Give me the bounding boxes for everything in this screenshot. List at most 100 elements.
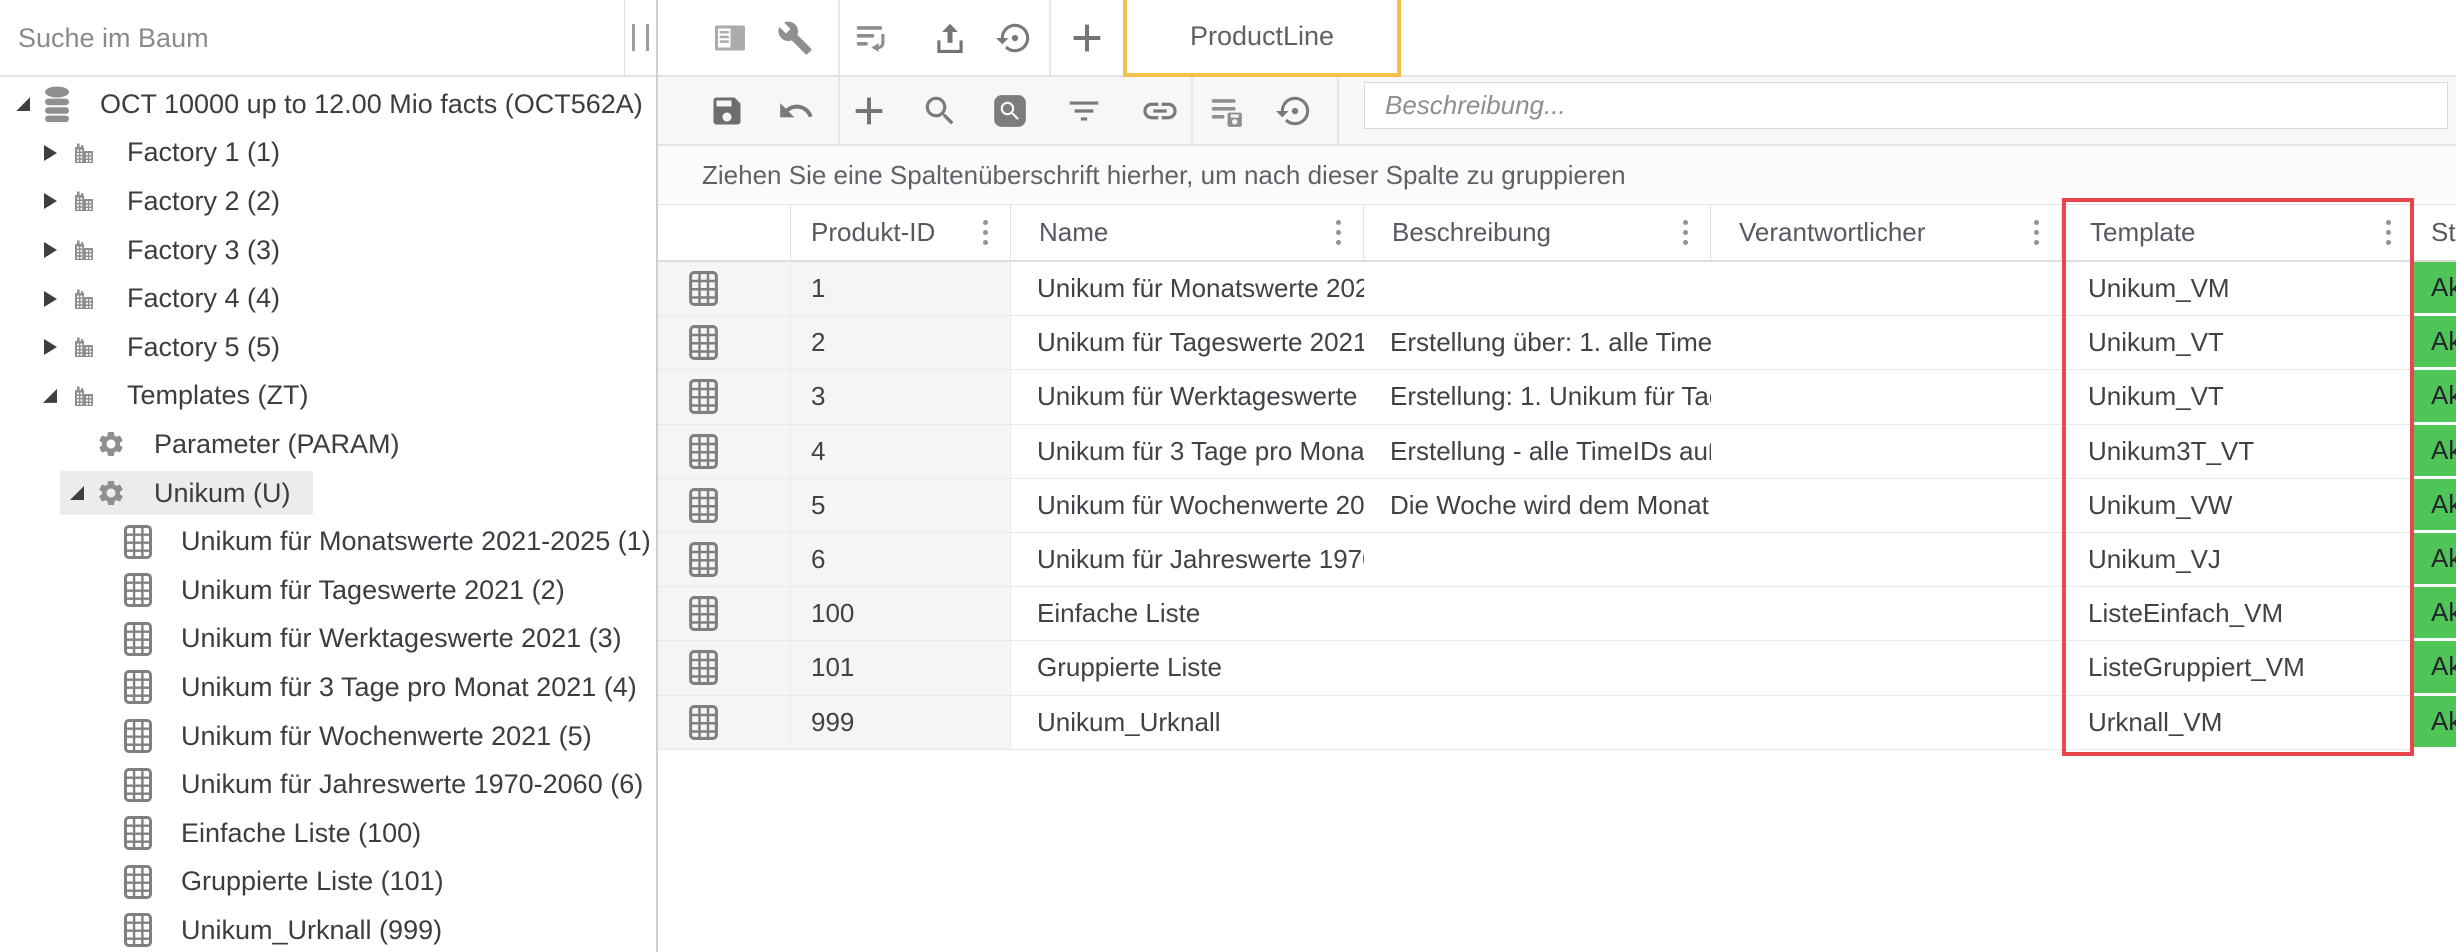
cell-name[interactable]: Gruppierte Liste [1011,641,1364,695]
cell-template[interactable]: Unikum_VJ [2062,533,2414,587]
cell-produkt-id[interactable]: 100 [791,587,1011,641]
cell-status[interactable]: Akt [2414,370,2456,424]
cell-produkt-id[interactable]: 4 [791,425,1011,479]
cell-beschreibung[interactable]: Erstellung über: 1. alle TimeIDs … [1364,316,1711,370]
cell-template[interactable]: Unikum3T_VT [2062,425,2414,479]
expander-expanded-icon[interactable] [33,389,67,403]
cell-produkt-id[interactable]: 6 [791,533,1011,587]
undo-icon[interactable] [777,92,815,130]
link-icon[interactable] [1140,91,1180,131]
cell-produkt-id[interactable]: 2 [791,316,1011,370]
table-row[interactable]: 999 Unikum_Urknall Urknall_VM Akt [658,696,2456,750]
column-menu-icon[interactable] [1336,218,1341,248]
cell-verantwortlicher[interactable] [1711,533,2062,587]
tree-item-parameter[interactable]: Parameter (PARAM) [0,420,656,469]
tree-item-factory-1[interactable]: Factory 1 (1) [0,129,656,178]
column-menu-icon[interactable] [983,218,988,248]
row-table-icon[interactable] [658,425,791,479]
tree-item-monatswerte[interactable]: Unikum für Monatswerte 2021-2025 (1) [0,517,656,566]
header-beschreibung[interactable]: Beschreibung [1364,205,1711,260]
upload-icon[interactable] [931,19,969,57]
cell-status[interactable]: Akt [2414,479,2456,533]
tree-item-unikum[interactable]: Unikum (U) [0,469,656,518]
cell-produkt-id[interactable]: 3 [791,370,1011,424]
table-row[interactable]: 6 Unikum für Jahreswerte 1970-2… Unikum_… [658,533,2456,587]
cell-status[interactable]: Akt [2414,641,2456,695]
tree-item-factory-2[interactable]: Factory 2 (2) [0,177,656,226]
column-menu-icon[interactable] [1683,218,1688,248]
apply-list-icon[interactable] [852,19,890,57]
header-template[interactable]: Template [2062,205,2414,260]
tab-productline[interactable]: ProductLine [1123,0,1401,77]
panel-splitter-handle[interactable] [632,24,649,51]
cell-status[interactable]: Akt [2414,316,2456,370]
cell-verantwortlicher[interactable] [1711,425,2062,479]
cell-template[interactable]: ListeGruppiert_VM [2062,641,2414,695]
cell-verantwortlicher[interactable] [1711,587,2062,641]
panel-view-icon[interactable] [710,18,750,58]
column-menu-icon[interactable] [2034,218,2039,248]
cell-verantwortlicher[interactable] [1711,316,2062,370]
cell-status[interactable]: Akt [2414,425,2456,479]
tree-item-werktageswerte[interactable]: Unikum für Werktageswerte 2021 (3) [0,615,656,664]
expander-collapsed-icon[interactable] [33,145,67,161]
tree-item-factory-5[interactable]: Factory 5 (5) [0,323,656,372]
table-row[interactable]: 100 Einfache Liste ListeEinfach_VM Akt [658,587,2456,641]
cell-template[interactable]: Unikum_VT [2062,370,2414,424]
cell-verantwortlicher[interactable] [1711,696,2062,750]
tree-item-urknall[interactable]: Unikum_Urknall (999) [0,906,656,952]
row-table-icon[interactable] [658,370,791,424]
cell-template[interactable]: Urknall_VM [2062,696,2414,750]
cell-status[interactable]: Akt [2414,533,2456,587]
cell-name[interactable]: Unikum für Tageswerte 2021 [1011,316,1364,370]
list-save-icon[interactable] [1207,92,1245,130]
table-row[interactable]: 101 Gruppierte Liste ListeGruppiert_VM A… [658,641,2456,695]
cell-produkt-id[interactable]: 5 [791,479,1011,533]
row-table-icon[interactable] [658,262,791,316]
header-verantwortlicher[interactable]: Verantwortlicher [1711,205,2062,260]
header-produkt-id[interactable]: Produkt-ID [791,205,1011,260]
tree-item-tageswerte[interactable]: Unikum für Tageswerte 2021 (2) [0,566,656,615]
cell-beschreibung[interactable] [1364,587,1711,641]
table-row[interactable]: 4 Unikum für 3 Tage pro Monat 20… Erstel… [658,425,2456,479]
restore-icon[interactable] [996,19,1034,57]
cell-name[interactable]: Unikum für 3 Tage pro Monat 20… [1011,425,1364,479]
column-menu-icon[interactable] [2386,218,2391,248]
cell-template[interactable]: Unikum_VT [2062,316,2414,370]
cell-produkt-id[interactable]: 101 [791,641,1011,695]
header-name[interactable]: Name [1011,205,1364,260]
row-table-icon[interactable] [658,696,791,750]
cell-name[interactable]: Unikum für Monatswerte 2021-2… [1011,262,1364,316]
group-by-panel[interactable]: Ziehen Sie eine Spaltenüberschrift hierh… [658,146,2456,205]
table-row[interactable]: 1 Unikum für Monatswerte 2021-2… Unikum_… [658,262,2456,316]
search-icon[interactable] [921,92,959,130]
tree-item-3-tage[interactable]: Unikum für 3 Tage pro Monat 2021 (4) [0,663,656,712]
description-input[interactable] [1364,82,2448,129]
cell-beschreibung[interactable]: Erstellung - alle TimeIDs außer e… [1364,425,1711,479]
tree-search-input[interactable] [16,14,580,62]
expander-collapsed-icon[interactable] [33,242,67,258]
row-table-icon[interactable] [658,587,791,641]
cell-beschreibung[interactable]: Die Woche wird dem Monat zug… [1364,479,1711,533]
expander-expanded-icon[interactable] [60,486,94,500]
cell-produkt-id[interactable]: 1 [791,262,1011,316]
cell-name[interactable]: Unikum_Urknall [1011,696,1364,750]
table-row[interactable]: 2 Unikum für Tageswerte 2021 Erstellung … [658,316,2456,370]
cell-status[interactable]: Akt [2414,262,2456,316]
expander-expanded-icon[interactable] [6,97,40,111]
tree-item-einfache-liste[interactable]: Einfache Liste (100) [0,809,656,858]
table-row[interactable]: 3 Unikum für Werktageswerte 2021 Erstell… [658,370,2456,424]
cell-verantwortlicher[interactable] [1711,479,2062,533]
row-table-icon[interactable] [658,641,791,695]
expander-collapsed-icon[interactable] [33,291,67,307]
cell-verantwortlicher[interactable] [1711,641,2062,695]
tree-item-templates[interactable]: Templates (ZT) [0,372,656,421]
cell-beschreibung[interactable] [1364,262,1711,316]
cell-status[interactable]: Akt [2414,696,2456,750]
row-table-icon[interactable] [658,479,791,533]
add-tab-icon[interactable] [1067,18,1107,58]
cell-beschreibung[interactable]: Erstellung: 1. Unikum für Tages… [1364,370,1711,424]
cell-name[interactable]: Einfache Liste [1011,587,1364,641]
cell-name[interactable]: Unikum für Wochenwerte 2021 [1011,479,1364,533]
cell-produkt-id[interactable]: 999 [791,696,1011,750]
